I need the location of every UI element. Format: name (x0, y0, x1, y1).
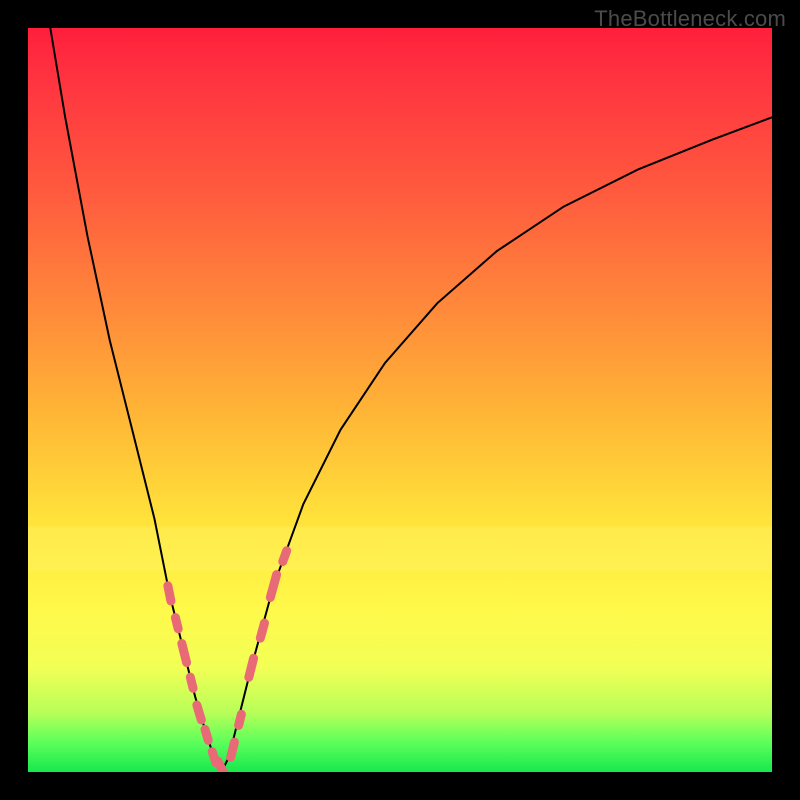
curve-marker (185, 672, 199, 694)
plot-area (28, 28, 772, 772)
curve-marker (191, 699, 207, 725)
chart-frame: TheBottleneck.com (0, 0, 800, 800)
curve-marker (265, 569, 282, 603)
curve-marker (163, 580, 177, 606)
curve-marker (170, 612, 184, 634)
curve-marker (255, 618, 270, 644)
bottleneck-curve (28, 28, 772, 772)
curve-marker (176, 638, 192, 668)
curve-markers (163, 545, 293, 772)
curve-marker (225, 737, 240, 763)
curve-marker (243, 653, 259, 683)
curve-marker (277, 545, 292, 567)
curve-marker (233, 709, 247, 731)
watermark-text: TheBottleneck.com (594, 6, 786, 32)
curve-marker (199, 724, 214, 746)
